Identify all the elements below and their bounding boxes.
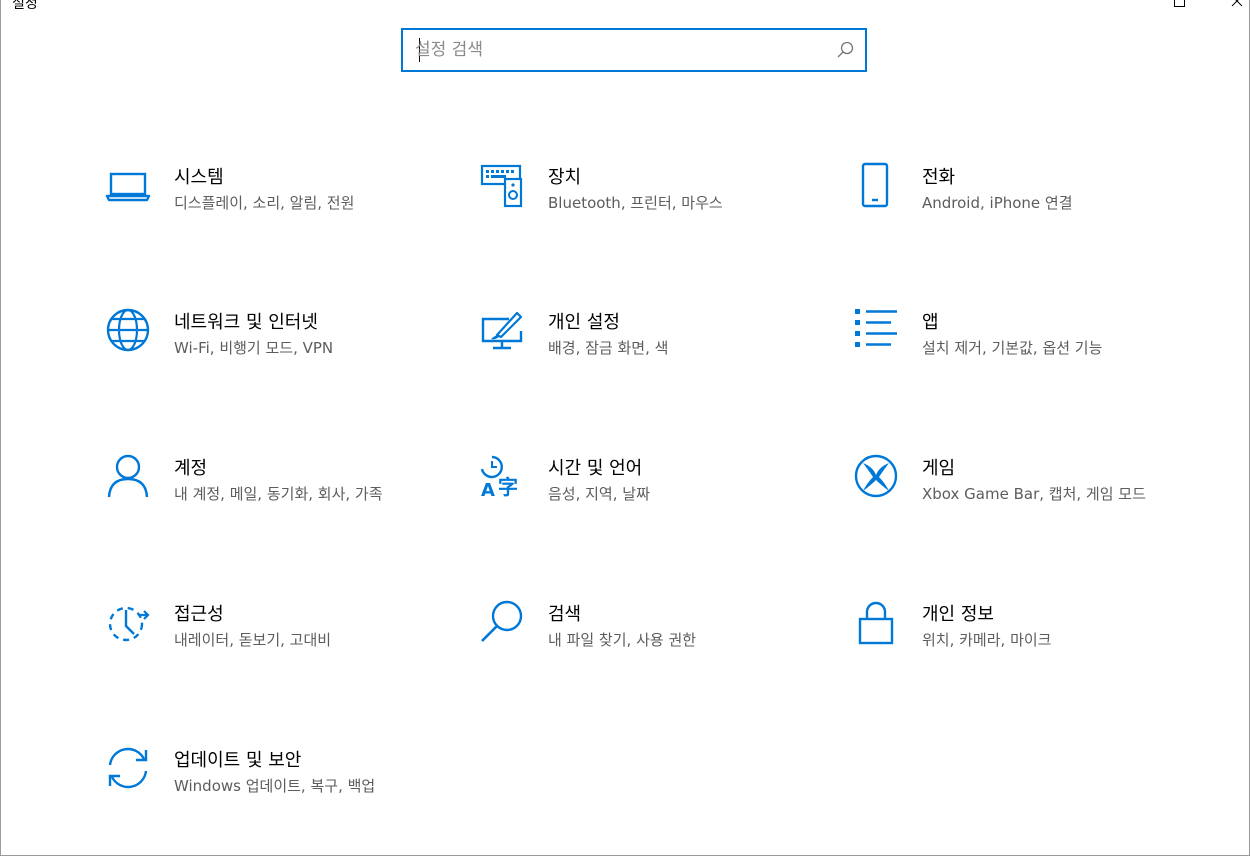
globe-icon [104, 306, 152, 354]
tile-description: Wi-Fi, 비행기 모드, VPN [174, 339, 334, 357]
person-icon [104, 452, 152, 500]
tile-network[interactable]: 네트워크 및 인터넷 Wi-Fi, 비행기 모드, VPN [104, 306, 404, 396]
personalization-icon [478, 306, 526, 354]
minimize-button[interactable] [1108, 0, 1126, 10]
tile-description: Windows 업데이트, 복구, 백업 [174, 777, 376, 795]
tile-description: Bluetooth, 프린터, 마우스 [548, 194, 723, 212]
tile-title: 네트워크 및 인터넷 [174, 312, 318, 333]
tile-description: 음성, 지역, 날짜 [548, 485, 650, 503]
tile-description: 내 파일 찾기, 사용 권한 [548, 631, 697, 649]
laptop-icon [104, 161, 152, 209]
settings-search-box[interactable] [401, 28, 867, 72]
tile-update-security[interactable]: 업데이트 및 보안 Windows 업데이트, 복구, 백업 [104, 744, 404, 834]
ease-of-access-icon [104, 598, 152, 646]
title-bar: 설정 [0, 0, 1250, 14]
lock-icon [852, 598, 900, 646]
window-title: 설정 [12, 0, 38, 12]
tile-title: 시간 및 언어 [548, 458, 643, 479]
tile-title: 앱 [922, 312, 939, 333]
tile-title: 개인 설정 [548, 312, 620, 333]
tile-title: 게임 [922, 458, 956, 479]
tile-title: 접근성 [174, 604, 224, 625]
tile-title: 시스템 [174, 167, 224, 188]
tile-search[interactable]: 검색 내 파일 찾기, 사용 권한 [478, 598, 778, 688]
tile-system[interactable]: 시스템 디스플레이, 소리, 알림, 전원 [104, 161, 404, 251]
tile-description: 위치, 카메라, 마이크 [922, 631, 1052, 649]
tile-devices[interactable]: 장치 Bluetooth, 프린터, 마우스 [478, 161, 778, 251]
tile-apps[interactable]: 앱 설치 제거, 기본값, 옵션 기능 [852, 306, 1152, 396]
search-magnifier-icon [478, 598, 526, 646]
svg-text:字: 字 [498, 475, 518, 499]
search-input[interactable] [415, 36, 825, 64]
phone-icon [852, 161, 900, 209]
devices-icon [478, 161, 526, 209]
tile-description: 디스플레이, 소리, 알림, 전원 [174, 194, 355, 212]
tile-description: Xbox Game Bar, 캡처, 게임 모드 [922, 485, 1146, 503]
tile-title: 업데이트 및 보안 [174, 750, 302, 771]
tile-privacy[interactable]: 개인 정보 위치, 카메라, 마이크 [852, 598, 1152, 688]
maximize-button[interactable] [1170, 0, 1188, 10]
tile-description: 설치 제거, 기본값, 옵션 기능 [922, 339, 1103, 357]
tile-description: 배경, 잠금 화면, 색 [548, 339, 669, 357]
tile-title: 장치 [548, 167, 582, 188]
tile-title: 계정 [174, 458, 208, 479]
sync-icon [104, 744, 152, 792]
close-button[interactable] [1228, 0, 1246, 10]
settings-window [0, 0, 1250, 856]
tile-personalization[interactable]: 개인 설정 배경, 잠금 화면, 색 [478, 306, 778, 396]
maximize-icon [1174, 0, 1185, 7]
tile-description: 내레이터, 돋보기, 고대비 [174, 631, 332, 649]
time-language-icon: A字 [478, 452, 526, 500]
tile-accounts[interactable]: 계정 내 계정, 메일, 동기화, 회사, 가족 [104, 452, 404, 542]
tile-phone[interactable]: 전화 Android, iPhone 연결 [852, 161, 1152, 251]
tile-description: Android, iPhone 연결 [922, 194, 1073, 212]
tile-title: 검색 [548, 604, 582, 625]
tile-title: 전화 [922, 167, 956, 188]
minimize-icon [1111, 0, 1123, 8]
tile-description: 내 계정, 메일, 동기화, 회사, 가족 [174, 485, 383, 503]
close-icon [1231, 0, 1243, 7]
xbox-icon [852, 452, 900, 500]
search-icon[interactable] [835, 40, 855, 60]
tile-time-language[interactable]: A字 시간 및 언어 음성, 지역, 날짜 [478, 452, 778, 542]
tile-gaming[interactable]: 게임 Xbox Game Bar, 캡처, 게임 모드 [852, 452, 1152, 542]
tile-ease-of-access[interactable]: 접근성 내레이터, 돋보기, 고대비 [104, 598, 404, 688]
tile-title: 개인 정보 [922, 604, 994, 625]
svg-text:A: A [481, 480, 495, 499]
apps-list-icon [852, 306, 900, 354]
